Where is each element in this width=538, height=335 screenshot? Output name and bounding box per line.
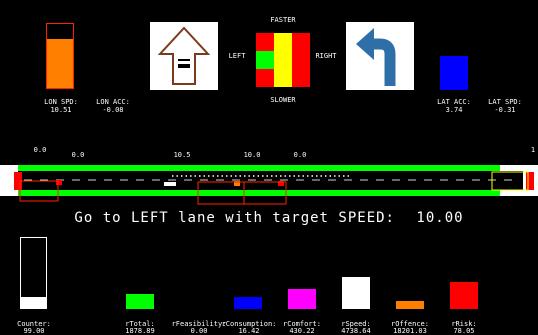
slower-label: SLOWER bbox=[270, 96, 296, 104]
lon-acc-value: -0.08 bbox=[102, 106, 124, 114]
instruction-speed: 10.00 bbox=[416, 210, 464, 226]
ego-vehicle bbox=[164, 182, 176, 186]
action-cell bbox=[274, 33, 292, 51]
metric-value-rconsumption: 16.42 bbox=[238, 327, 260, 335]
instruction-text: Go to LEFT lane with target SPEED: 10.00 bbox=[0, 210, 538, 226]
action-cell bbox=[274, 69, 292, 87]
counter-bar bbox=[20, 237, 47, 309]
metric-value-rtotal: 1878.89 bbox=[125, 327, 155, 335]
vehicle-right bbox=[526, 172, 534, 190]
rconsumption-bar bbox=[234, 297, 262, 309]
action-cell bbox=[274, 51, 292, 69]
lat-acc-label: LAT ACC: bbox=[437, 98, 471, 106]
action-cell bbox=[292, 33, 310, 51]
lane-border-top bbox=[18, 165, 538, 171]
rtotal-bar bbox=[126, 294, 154, 309]
turn-left-arrow-icon bbox=[356, 28, 396, 86]
lon-acc-label: LON ACC: bbox=[96, 98, 130, 106]
counter-bar-fill bbox=[21, 296, 46, 308]
action-grid bbox=[256, 33, 310, 87]
action-cell bbox=[256, 33, 274, 51]
roffence-bar bbox=[396, 301, 424, 309]
rrisk-bar bbox=[450, 282, 478, 309]
lat-spd-value: -0.31 bbox=[494, 106, 516, 114]
right-label: RIGHT bbox=[315, 52, 337, 60]
metric-value-rspeed: 4738.64 bbox=[341, 327, 371, 335]
turn-arrow-panel bbox=[346, 22, 414, 90]
lane-border-bottom bbox=[18, 190, 538, 196]
left-label: LEFT bbox=[228, 52, 246, 60]
rcomfort-bar bbox=[288, 289, 316, 309]
instruction-phrase: Go to LEFT lane with target SPEED: bbox=[74, 210, 395, 226]
metric-value-counter: 99.00 bbox=[23, 327, 45, 335]
metric-value-rcomfort: 430.22 bbox=[289, 327, 315, 335]
action-cell bbox=[292, 51, 310, 69]
road-view bbox=[0, 165, 538, 205]
lat-acc-value: 3.74 bbox=[445, 106, 463, 114]
up-arrow-icon bbox=[157, 26, 211, 85]
lat-acc-indicator bbox=[440, 56, 468, 90]
faster-label: FASTER bbox=[270, 16, 296, 24]
lon-spd-value: 10.51 bbox=[50, 106, 72, 114]
lat-spd-label: LAT SPD: bbox=[488, 98, 522, 106]
metric-value-roffence: 18201.03 bbox=[393, 327, 427, 335]
metric-value-rrisk: 78.05 bbox=[453, 327, 475, 335]
lon-speed-bar bbox=[46, 23, 74, 89]
lon-speed-bar-fill bbox=[47, 39, 73, 88]
rspeed-bar bbox=[342, 277, 370, 309]
action-cell bbox=[256, 51, 274, 69]
action-cell bbox=[256, 69, 274, 87]
forward-arrow-panel bbox=[150, 22, 218, 90]
lon-spd-label: LON SPD: bbox=[44, 98, 78, 106]
action-cell bbox=[292, 69, 310, 87]
